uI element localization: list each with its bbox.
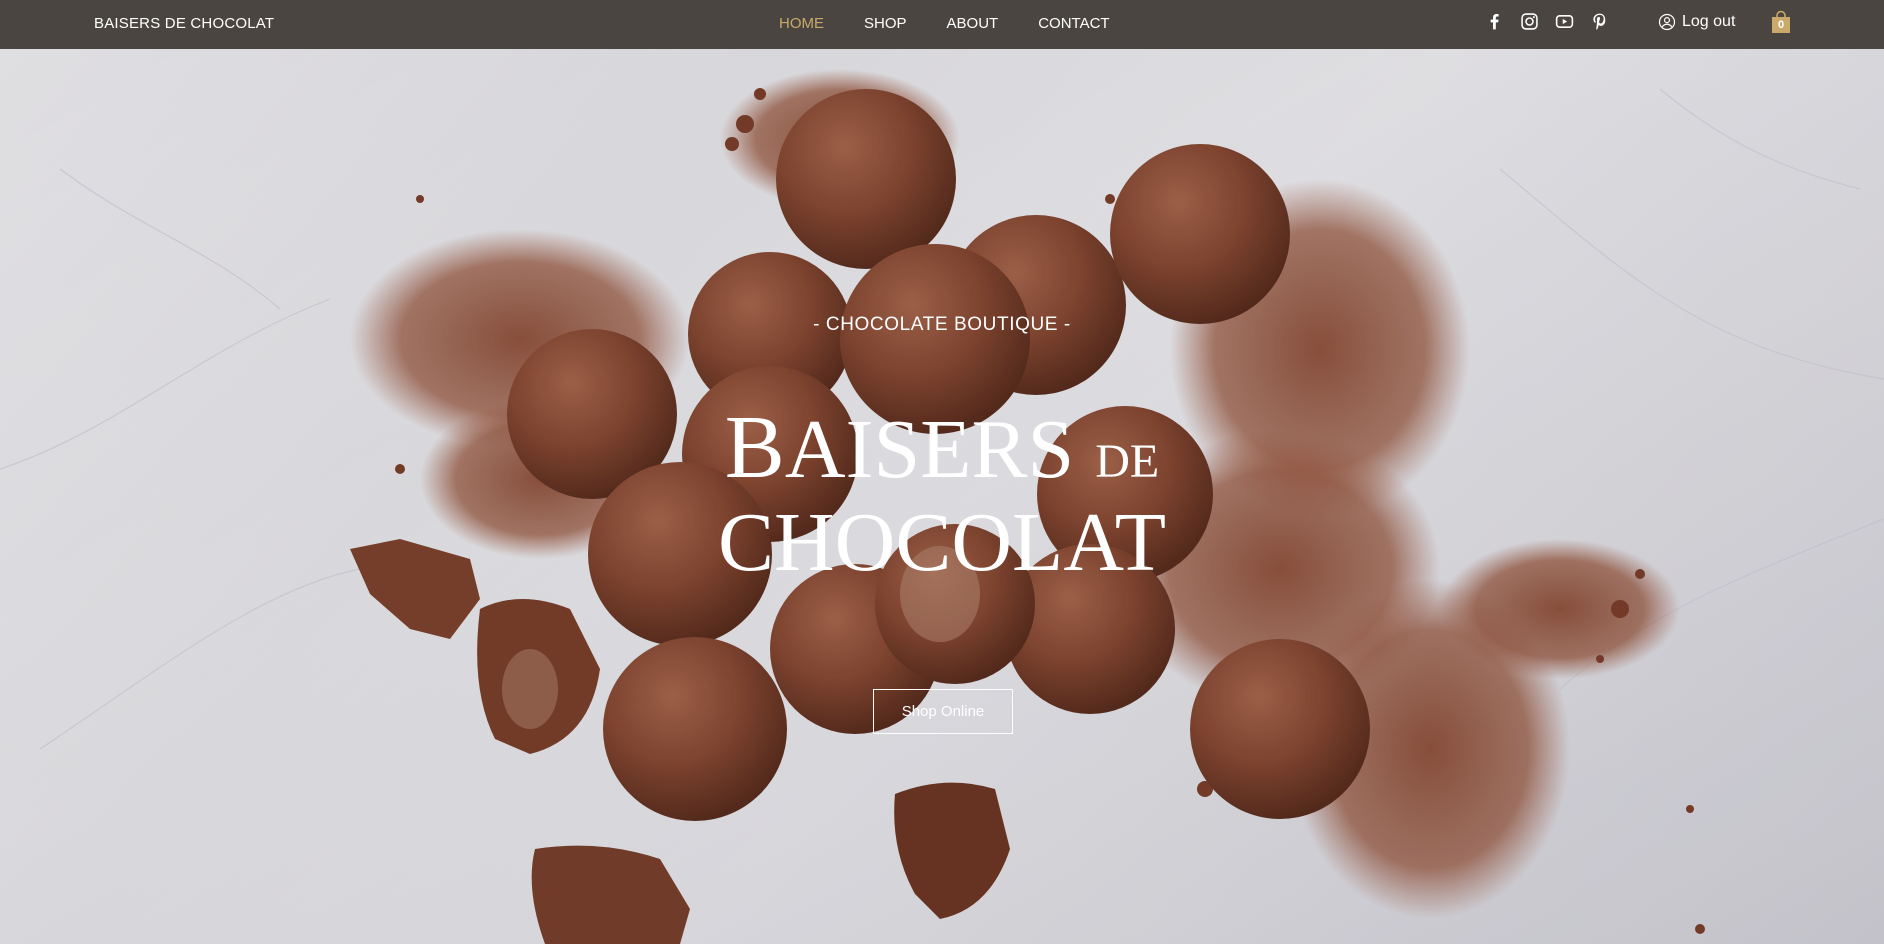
facebook-icon[interactable] — [1484, 11, 1505, 32]
user-icon — [1658, 13, 1676, 31]
nav-contact[interactable]: CONTACT — [1038, 15, 1109, 32]
page: BAISERS DE CHOCOLAT HOME SHOP ABOUT CONT… — [0, 0, 1884, 944]
hero-section: - CHOCOLATE BOUTIQUE - BAISERS DE CHOCOL… — [0, 49, 1884, 944]
nav-home[interactable]: HOME — [779, 15, 824, 32]
hero-title-line2: CHOCOLAT — [717, 496, 1166, 589]
hero-title-word1: AISERS — [784, 403, 1075, 496]
cart-button[interactable]: 0 — [1771, 10, 1791, 34]
hero-title-line1: BAISERS DE — [0, 400, 1884, 510]
top-header: BAISERS DE CHOCOLAT HOME SHOP ABOUT CONT… — [0, 0, 1884, 49]
logout-label: Log out — [1682, 13, 1736, 30]
social-links — [1484, 11, 1610, 32]
hero-title-initial: B — [724, 398, 785, 497]
main-nav: HOME SHOP ABOUT CONTACT — [779, 15, 1110, 32]
shop-online-button[interactable]: Shop Online — [873, 689, 1013, 734]
logout-link[interactable]: Log out — [1658, 13, 1735, 31]
nav-about[interactable]: ABOUT — [947, 15, 999, 32]
pinterest-icon[interactable] — [1589, 11, 1610, 32]
cart-count: 0 — [1777, 19, 1785, 31]
hero-title-small: DE — [1095, 435, 1160, 488]
youtube-icon[interactable] — [1554, 11, 1575, 32]
brand-logo[interactable]: BAISERS DE CHOCOLAT — [94, 15, 274, 32]
nav-shop[interactable]: SHOP — [864, 15, 907, 32]
instagram-icon[interactable] — [1519, 11, 1540, 32]
hero-subtitle: - CHOCOLATE BOUTIQUE - — [813, 314, 1071, 335]
